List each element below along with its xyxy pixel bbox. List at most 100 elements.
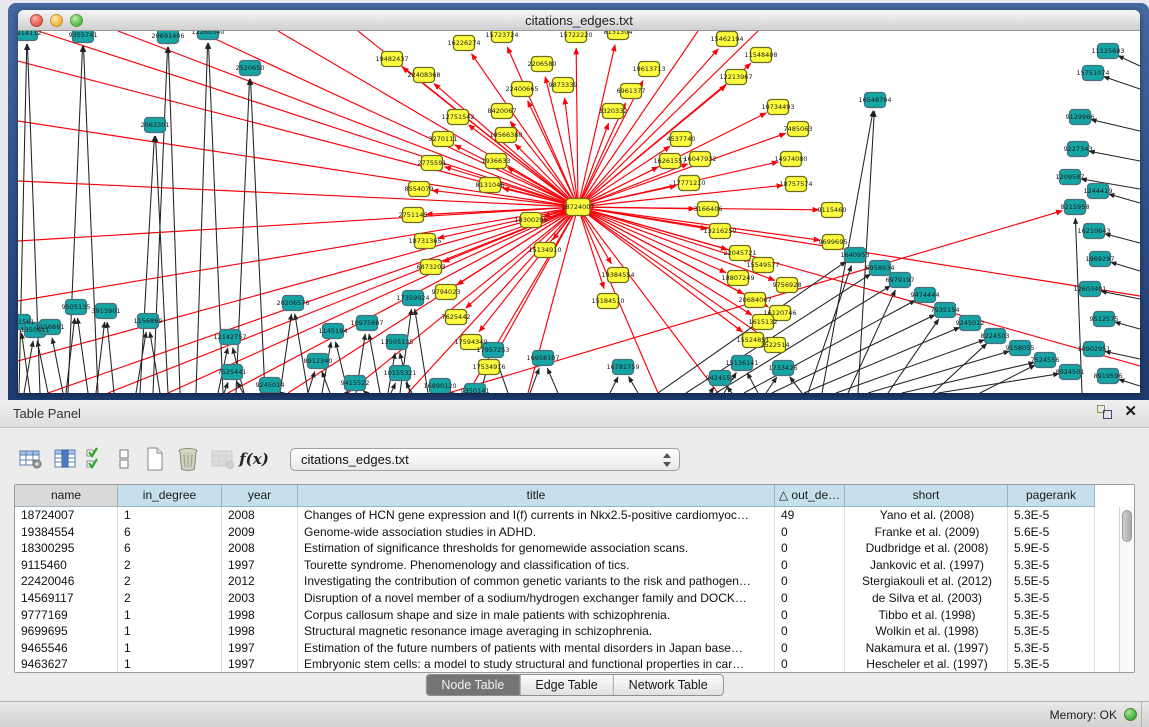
graph-edge[interactable] xyxy=(108,207,578,393)
graph-edge[interactable] xyxy=(107,322,114,393)
table-cell-year[interactable]: 2009 xyxy=(222,524,298,541)
table-cell-pagerank[interactable]: 5.3E-5 xyxy=(1008,557,1095,574)
table-cell-short[interactable]: Wolkin et al. (1998) xyxy=(845,623,1008,640)
table-cell-title[interactable]: Structural magnetic resonance image aver… xyxy=(298,623,775,640)
table-cell-title[interactable]: Disruption of a novel member of a sodium… xyxy=(298,590,775,607)
table-cell-pagerank[interactable]: 5.3E-5 xyxy=(1008,656,1095,672)
column-header-short[interactable]: short xyxy=(845,485,1008,507)
table-cell-in_degree[interactable]: 1 xyxy=(118,623,222,640)
table-cell-short[interactable]: Dudbridge et al. (2008) xyxy=(845,540,1008,557)
table-cell-year[interactable]: 2008 xyxy=(222,540,298,557)
function-builder-icon[interactable]: f(x) xyxy=(240,445,268,473)
table-cell-out_degree[interactable]: 0 xyxy=(775,573,845,590)
table-cell-name[interactable]: 9465546 xyxy=(15,640,118,657)
table-cell-short[interactable]: Tibbo et al. (1998) xyxy=(845,607,1008,624)
graph-edge[interactable] xyxy=(308,371,315,393)
graph-edge[interactable] xyxy=(1109,194,1140,203)
table-cell-title[interactable]: Estimation of significance thresholds fo… xyxy=(298,540,775,557)
close-window-button[interactable] xyxy=(30,14,43,27)
table-cell-out_degree[interactable]: 0 xyxy=(775,607,845,624)
graph-edge[interactable] xyxy=(415,309,428,393)
apply-checks-icon[interactable] xyxy=(82,445,110,473)
table-cell-name[interactable]: 9777169 xyxy=(15,607,118,624)
table-cell-year[interactable]: 2003 xyxy=(222,590,298,607)
table-cell-year[interactable]: 1997 xyxy=(222,656,298,672)
network-graph-canvas[interactable]: 1948243722408368127515423270111277559185… xyxy=(18,31,1140,393)
table-cell-name[interactable]: 18300295 xyxy=(15,540,118,557)
graph-edge[interactable] xyxy=(933,343,987,393)
table-cell-title[interactable]: Embryonic stem cells: a model to study s… xyxy=(298,656,775,672)
column-header-out_degree[interactable]: △ out_de… xyxy=(775,485,845,507)
table-cell-short[interactable]: Stergiakouli et al. (2012) xyxy=(845,573,1008,590)
table-row[interactable]: 2242004622012Investigating the contribut… xyxy=(15,573,1119,590)
table-cell-pagerank[interactable]: 5.3E-5 xyxy=(1008,590,1095,607)
table-row[interactable]: 1872400712008Changes of HCN gene express… xyxy=(15,507,1119,524)
close-panel-icon[interactable]: ✕ xyxy=(1124,405,1137,419)
table-cell-title[interactable]: Investigating the contribution of common… xyxy=(298,573,775,590)
table-row[interactable]: 1938455462009Genome-wide association stu… xyxy=(15,524,1119,541)
graph-edge[interactable] xyxy=(710,387,714,393)
table-cell-out_degree[interactable]: 49 xyxy=(775,507,845,524)
graph-edge[interactable] xyxy=(766,377,777,393)
table-cell-title[interactable]: Tourette syndrome. Phenomenology and cla… xyxy=(298,557,775,574)
table-cell-out_degree[interactable]: 0 xyxy=(775,540,845,557)
graph-edge[interactable] xyxy=(578,45,615,207)
graph-edge[interactable] xyxy=(224,382,228,393)
table-cell-short[interactable]: Nakamura et al. (1997) xyxy=(845,640,1008,657)
graph-edge[interactable] xyxy=(251,79,265,393)
table-cell-short[interactable]: Yano et al. (2008) xyxy=(845,507,1008,524)
table-cell-short[interactable]: Hescheler et al. (1997) xyxy=(845,656,1008,672)
graph-edge[interactable] xyxy=(236,79,250,393)
graph-edge[interactable] xyxy=(1091,119,1140,131)
graph-edge[interactable] xyxy=(547,368,558,393)
table-cell-out_degree[interactable]: 0 xyxy=(775,590,845,607)
table-cell-title[interactable]: Genome-wide association studies in ADHD. xyxy=(298,524,775,541)
graph-edge[interactable] xyxy=(295,314,308,393)
table-cell-name[interactable]: 9463627 xyxy=(15,656,118,672)
table-row[interactable]: 969969511998Structural magnetic resonanc… xyxy=(15,623,1119,640)
table-cell-pagerank[interactable]: 5.3E-5 xyxy=(1008,623,1095,640)
graph-edge[interactable] xyxy=(578,81,643,207)
table-cell-pagerank[interactable]: 5.3E-5 xyxy=(1008,607,1095,624)
select-columns-icon[interactable] xyxy=(48,445,82,473)
column-header-pagerank[interactable]: pagerank xyxy=(1008,485,1095,507)
table-cell-short[interactable]: de Silva et al. (2003) xyxy=(845,590,1008,607)
table-cell-out_degree[interactable]: 0 xyxy=(775,557,845,574)
table-row[interactable]: 1830029562008Estimation of significance … xyxy=(15,540,1119,557)
graph-edge[interactable] xyxy=(545,77,578,207)
table-cell-pagerank[interactable]: 5.9E-5 xyxy=(1008,540,1095,557)
table-cell-year[interactable]: 1997 xyxy=(222,557,298,574)
table-row[interactable]: 946362711997Embryonic stem cells: a mode… xyxy=(15,656,1119,672)
table-cell-short[interactable]: Franke et al. (2009) xyxy=(845,524,1008,541)
column-header-in_degree[interactable]: in_degree xyxy=(118,485,222,507)
network-table-select[interactable]: citations_edges.txt xyxy=(290,448,680,471)
table-cell-short[interactable]: Jankovic et al. (1997) xyxy=(845,557,1008,574)
minimize-window-button[interactable] xyxy=(50,14,63,27)
column-header-year[interactable]: year xyxy=(222,485,298,507)
table-cell-in_degree[interactable]: 1 xyxy=(118,607,222,624)
table-cell-pagerank[interactable]: 5.5E-5 xyxy=(1008,573,1095,590)
table-cell-year[interactable]: 1997 xyxy=(222,640,298,657)
table-cell-year[interactable]: 1998 xyxy=(222,607,298,624)
table-cell-year[interactable]: 2012 xyxy=(222,573,298,590)
graph-edge[interactable] xyxy=(18,207,578,361)
graph-edge[interactable] xyxy=(1118,379,1140,386)
graph-edge[interactable] xyxy=(18,207,578,301)
graph-edge[interactable] xyxy=(848,290,895,393)
table-vertical-scrollbar[interactable] xyxy=(1119,507,1134,672)
delete-column-icon[interactable] xyxy=(172,445,206,473)
graph-edge[interactable] xyxy=(96,322,105,393)
graph-edge[interactable] xyxy=(1089,151,1140,161)
table-cell-pagerank[interactable]: 5.6E-5 xyxy=(1008,524,1095,541)
graph-edge[interactable] xyxy=(610,377,618,393)
table-cell-year[interactable]: 1998 xyxy=(222,623,298,640)
table-cell-name[interactable]: 9115460 xyxy=(15,557,118,574)
graph-edge[interactable] xyxy=(391,383,395,393)
zoom-window-button[interactable] xyxy=(70,14,83,27)
table-cell-in_degree[interactable]: 2 xyxy=(118,590,222,607)
table-cell-name[interactable]: 9699695 xyxy=(15,623,118,640)
graph-edge[interactable] xyxy=(628,377,638,393)
table-cell-in_degree[interactable]: 1 xyxy=(118,656,222,672)
float-panel-icon[interactable] xyxy=(1097,405,1112,419)
graph-edge[interactable] xyxy=(196,43,208,393)
